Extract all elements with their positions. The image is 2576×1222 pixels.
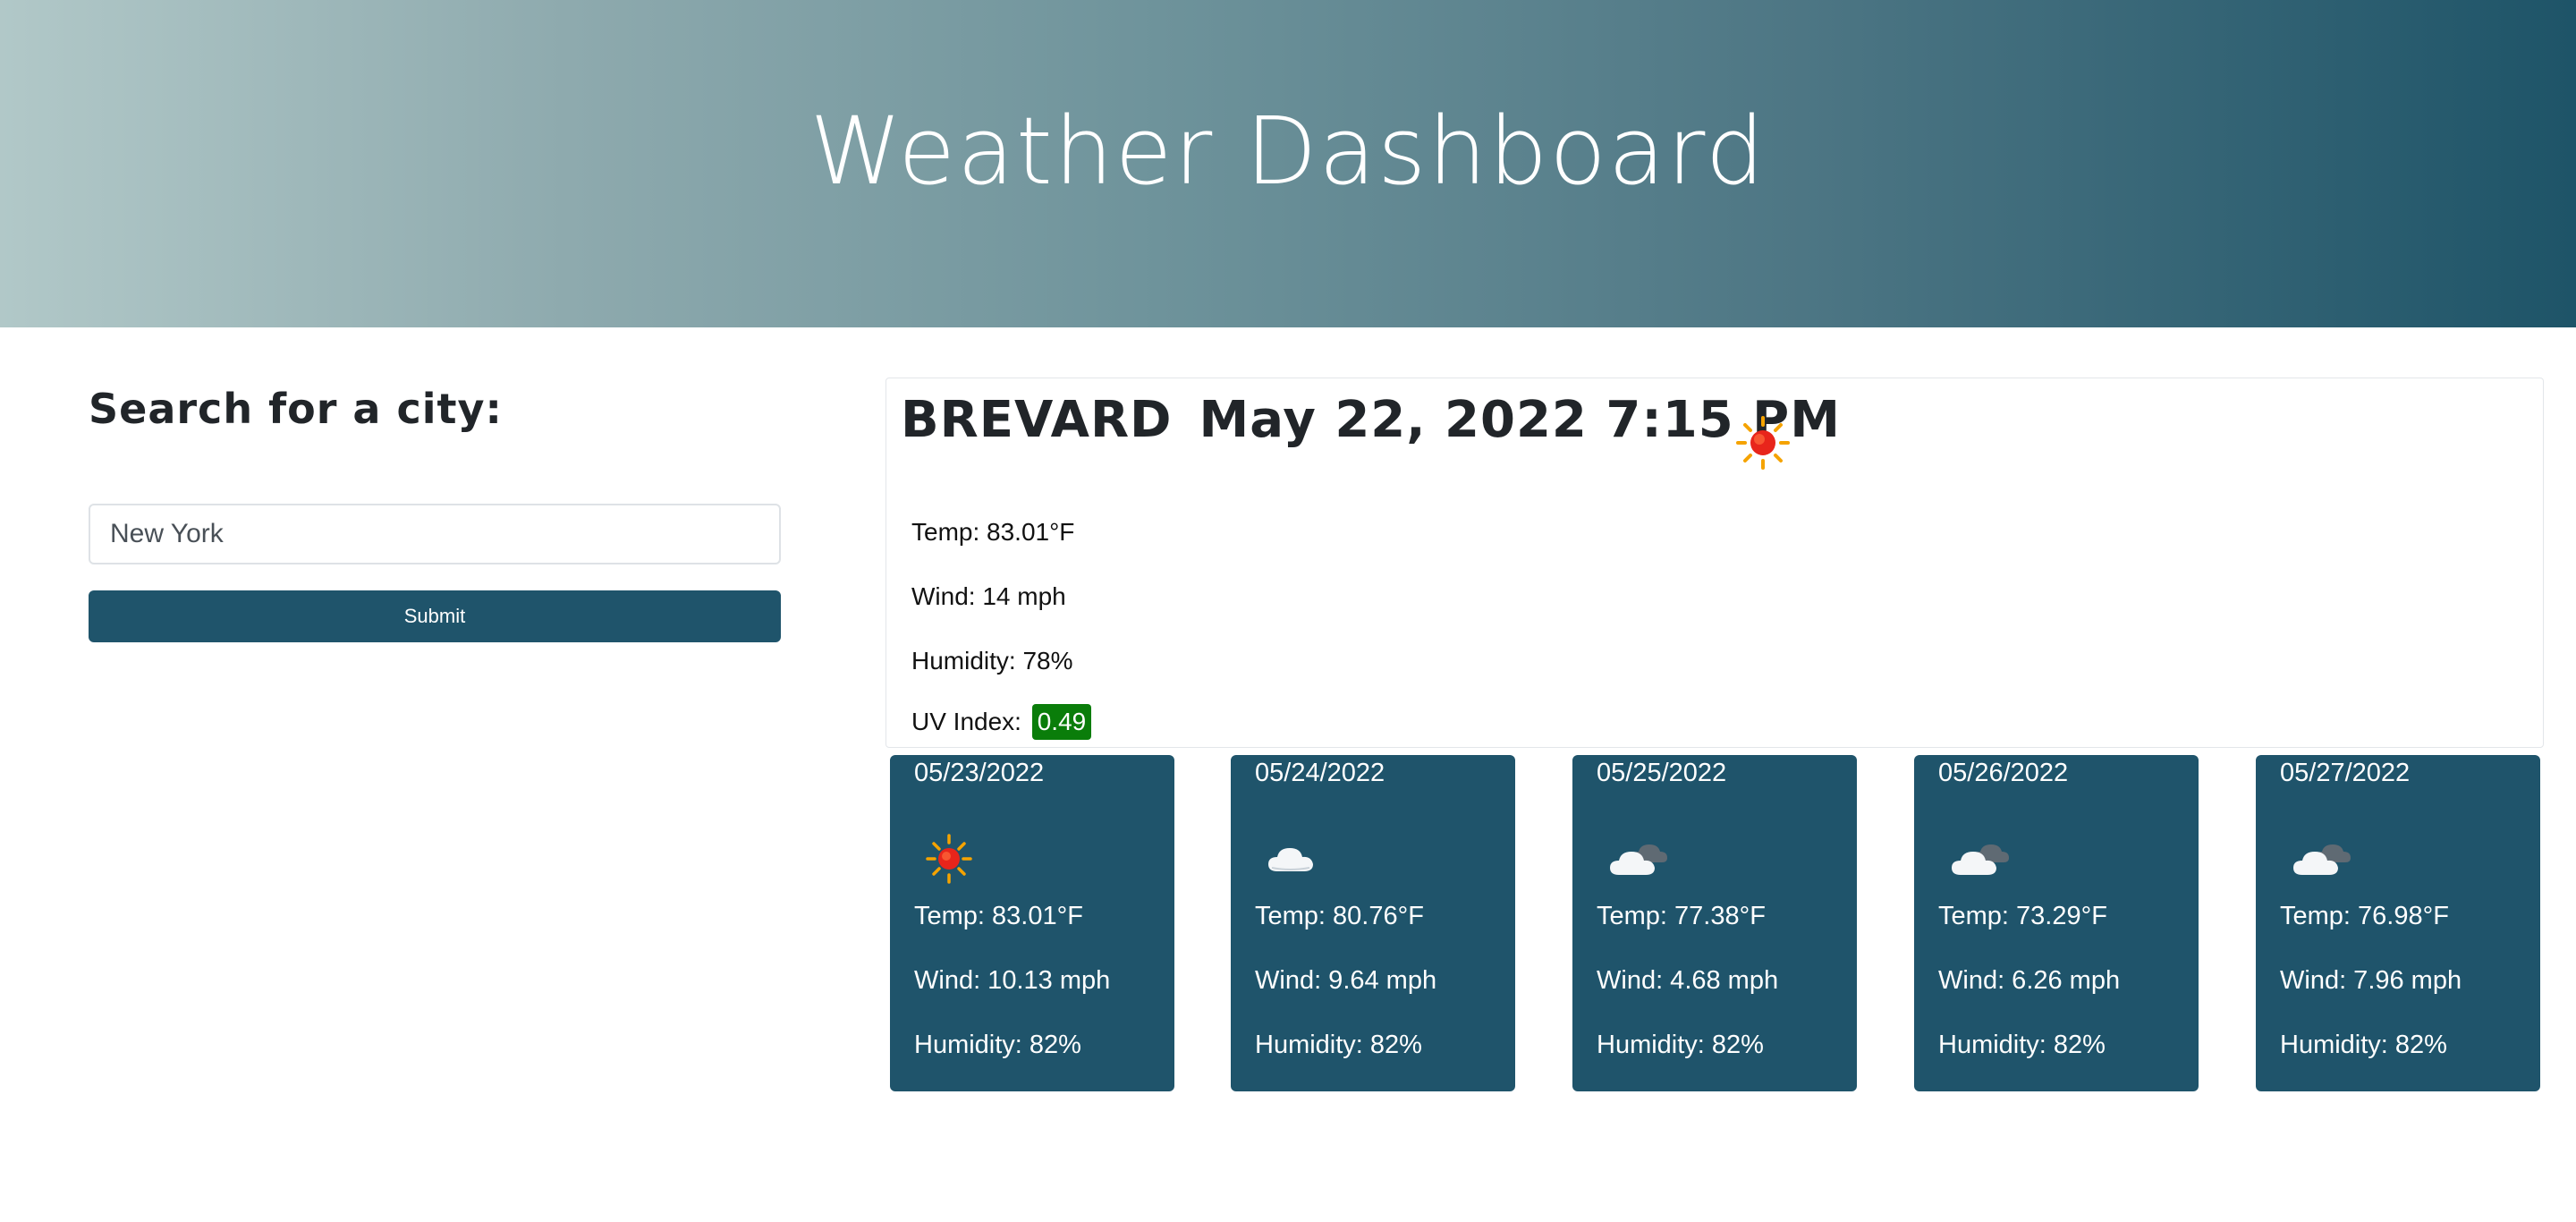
forecast-card-day-2: 05/24/2022 Temp: 80.76°F Wind: 9.64 mph … xyxy=(1231,755,1515,1091)
forecast-wind: Wind: 6.26 mph xyxy=(1938,966,2121,995)
forecast-date: 05/23/2022 xyxy=(914,759,1045,787)
current-city-name: BREVARD xyxy=(901,391,1173,449)
sun-icon xyxy=(1736,416,1790,470)
forecast-temp: Temp: 73.29°F xyxy=(1938,902,2107,930)
forecast-wind: Wind: 9.64 mph xyxy=(1255,966,1437,995)
uv-index-badge: 0.49 xyxy=(1031,704,1092,740)
forecast-date: 05/25/2022 xyxy=(1597,759,1727,787)
search-title: Search for a city: xyxy=(89,385,503,433)
forecast-temp: Temp: 76.98°F xyxy=(2280,902,2449,930)
submit-button[interactable]: Submit xyxy=(89,590,781,642)
forecast-card-day-4: 05/26/2022 Temp: 73.29°F Wind: 6.26 mph … xyxy=(1914,755,2199,1091)
forecast-date: 05/26/2022 xyxy=(1938,759,2069,787)
forecast-temp: Temp: 83.01°F xyxy=(914,902,1083,930)
forecast-humidity: Humidity: 82% xyxy=(2280,1031,2447,1059)
sun-icon xyxy=(926,834,972,884)
current-wind: Wind: 14 mph xyxy=(911,582,1066,610)
current-humidity: Humidity: 78% xyxy=(911,647,1073,675)
forecast-humidity: Humidity: 82% xyxy=(1938,1031,2106,1059)
forecast-card-day-1: 05/23/2022 Temp: 83.01°F Wind: 10.13 mph… xyxy=(890,755,1174,1091)
page-title: Weather Dashboard xyxy=(809,97,1767,206)
page-header: Weather Dashboard xyxy=(0,0,2576,327)
current-uv: UV Index: 0.49 xyxy=(911,704,1092,740)
city-search-input[interactable] xyxy=(89,504,781,564)
cloud-icon xyxy=(1268,848,1313,871)
forecast-wind: Wind: 7.96 mph xyxy=(2280,966,2462,995)
broken-clouds-icon xyxy=(1610,844,1667,875)
forecast-temp: Temp: 80.76°F xyxy=(1255,902,1424,930)
current-weather-heading: BREVARD May 22, 2022 7:15 PM xyxy=(901,391,1841,449)
current-weather-card: BREVARD May 22, 2022 7:15 PM Temp: 83.01°… xyxy=(886,378,2544,748)
uv-index-label: UV Index: xyxy=(911,708,1021,735)
current-temp: Temp: 83.01°F xyxy=(911,518,1075,546)
forecast-humidity: Humidity: 82% xyxy=(1597,1031,1764,1059)
broken-clouds-icon xyxy=(1952,844,2009,875)
broken-clouds-icon xyxy=(2293,844,2351,875)
forecast-temp: Temp: 77.38°F xyxy=(1597,902,1766,930)
forecast-humidity: Humidity: 82% xyxy=(914,1031,1081,1059)
search-panel: Search for a city: Submit xyxy=(89,385,781,642)
forecast-wind: Wind: 10.13 mph xyxy=(914,966,1111,995)
forecast-wind: Wind: 4.68 mph xyxy=(1597,966,1779,995)
forecast-date: 05/27/2022 xyxy=(2280,759,2411,787)
forecast-card-day-5: 05/27/2022 Temp: 76.98°F Wind: 7.96 mph … xyxy=(2256,755,2540,1091)
forecast-card-day-3: 05/25/2022 Temp: 77.38°F Wind: 4.68 mph … xyxy=(1572,755,1857,1091)
forecast-humidity: Humidity: 82% xyxy=(1255,1031,1422,1059)
forecast-date: 05/24/2022 xyxy=(1255,759,1385,787)
